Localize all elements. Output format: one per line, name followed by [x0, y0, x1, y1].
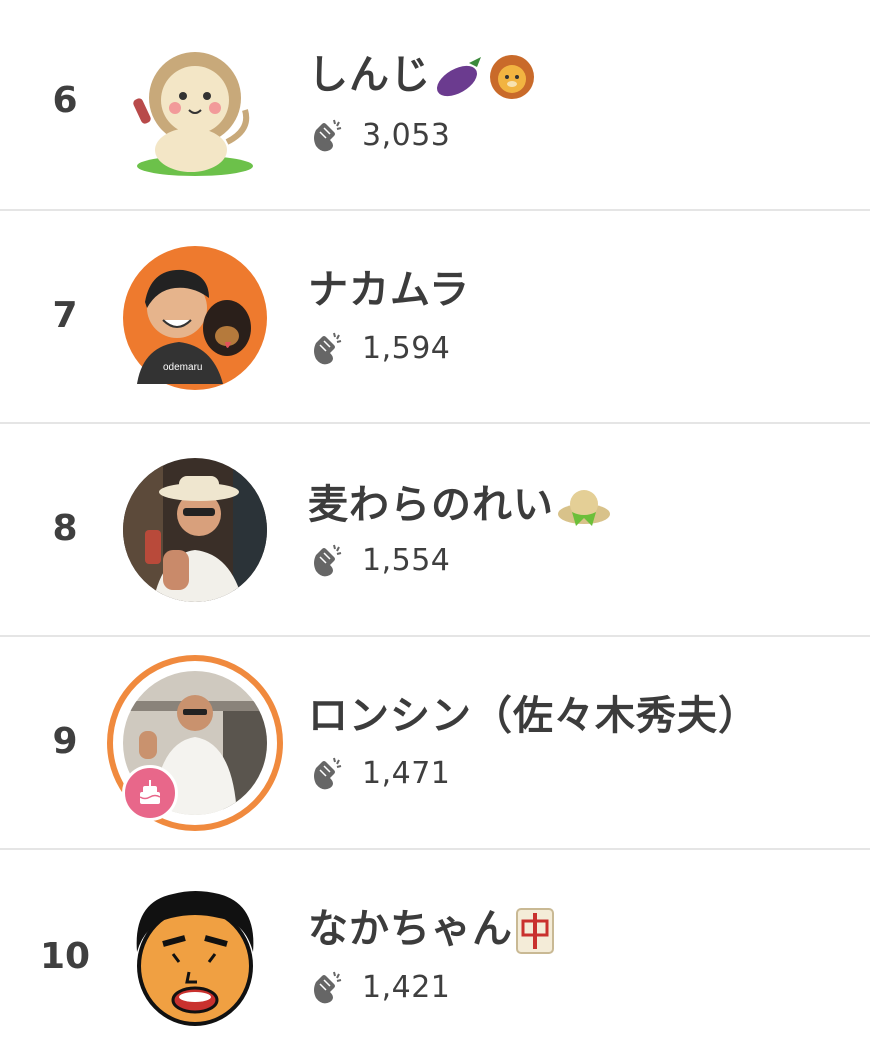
- svg-text:odemaru: odemaru: [163, 362, 202, 373]
- clapping-hands-icon: [308, 968, 346, 1006]
- user-name[interactable]: なかちゃん: [308, 896, 555, 955]
- user-name[interactable]: ナカムラ: [308, 257, 470, 315]
- list-item[interactable]: 6 しんじ 3,053: [0, 0, 870, 211]
- user-name[interactable]: ロンシン（佐々木秀夫）: [308, 683, 759, 741]
- lion-emoji: [487, 53, 537, 101]
- avatar[interactable]: odemaru: [123, 246, 267, 390]
- user-name[interactable]: 麦わらのれい: [308, 472, 612, 530]
- clapping-hands-icon: [308, 329, 346, 367]
- lion-mascot-avatar: [133, 52, 253, 176]
- clap-count-row: 1,594: [308, 329, 450, 367]
- rank-number: 7: [52, 295, 78, 336]
- cartoon-face-avatar: [136, 891, 254, 1026]
- straw-hat-emoji: [556, 484, 612, 530]
- avatar[interactable]: [123, 458, 267, 602]
- clap-count: 1,554: [362, 542, 451, 578]
- clap-count-row: 3,053: [308, 116, 450, 154]
- rank-number: 6: [52, 80, 78, 121]
- clap-count: 1,471: [362, 755, 451, 791]
- clapping-hands-icon: [308, 116, 346, 154]
- user-name[interactable]: しんじ: [308, 42, 537, 101]
- mahjong-red-dragon-emoji: [515, 907, 555, 955]
- avatar[interactable]: [123, 38, 267, 182]
- birthday-cake-icon: [122, 765, 178, 821]
- list-item[interactable]: 10 なかちゃん 1,421: [0, 850, 870, 1053]
- clapping-hands-icon: [308, 541, 346, 579]
- clap-count-row: 1,554: [308, 541, 450, 579]
- clap-count: 1,594: [362, 330, 451, 366]
- clapping-hands-icon: [308, 754, 346, 792]
- rank-number: 9: [52, 721, 78, 762]
- clap-count: 1,421: [362, 969, 451, 1005]
- clap-count: 3,053: [362, 117, 451, 153]
- avatar[interactable]: [123, 882, 267, 1026]
- rank-number: 8: [52, 508, 78, 549]
- man-in-straw-hat-avatar: [123, 458, 267, 602]
- clap-count-row: 1,421: [308, 968, 450, 1006]
- ranking-list: 6 しんじ 3,053 7 odemaru ナカムラ 1,594 8 麦わらのれ…: [0, 0, 870, 1053]
- list-item[interactable]: 7 odemaru ナカムラ 1,594: [0, 211, 870, 424]
- list-item[interactable]: 8 麦わらのれい 1,554: [0, 424, 870, 637]
- rank-number: 10: [39, 936, 91, 977]
- eggplant-emoji: [433, 53, 485, 101]
- clap-count-row: 1,471: [308, 754, 450, 792]
- man-with-dog-avatar: odemaru: [123, 246, 267, 390]
